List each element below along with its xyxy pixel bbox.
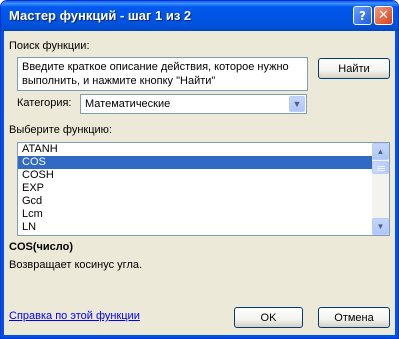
ok-button-label: OK — [260, 311, 277, 324]
function-list-item[interactable]: Gcd — [18, 195, 372, 208]
find-button[interactable]: Найти — [318, 58, 390, 79]
category-value: Математические — [85, 98, 171, 110]
triangle-up-icon: ▲ — [376, 147, 385, 156]
function-list-item[interactable]: COSH — [18, 169, 372, 182]
triangle-down-icon: ▼ — [376, 222, 385, 231]
find-button-label: Найти — [338, 62, 370, 75]
help-link[interactable]: Справка по этой функции — [9, 310, 140, 322]
scroll-thumb[interactable] — [372, 161, 389, 174]
category-label: Категория: — [17, 97, 72, 109]
help-button[interactable]: ? — [353, 6, 372, 25]
search-label: Поиск функции: — [9, 40, 90, 52]
frame-left — [1, 31, 4, 338]
frame-right — [395, 31, 398, 338]
function-listbox[interactable]: ATANH COS COSH EXP Gcd Lcm LN ▲ ▼ — [17, 142, 390, 236]
grip-line — [377, 168, 385, 169]
function-list-item[interactable]: ATANH — [18, 143, 372, 156]
search-input-text: Введите краткое описание действия, котор… — [22, 61, 289, 87]
function-list-item[interactable]: COS — [18, 156, 372, 169]
ok-button[interactable]: OK — [234, 307, 303, 328]
search-input[interactable]: Введите краткое описание действия, котор… — [17, 57, 308, 91]
function-wizard-dialog: Мастер функций - шаг 1 из 2 ? ✕ Поиск фу… — [0, 0, 399, 339]
close-icon: ✕ — [378, 8, 389, 23]
grip-line — [377, 170, 385, 171]
function-list-label: Выберите функцию: — [9, 124, 112, 136]
category-select[interactable]: Математические ▼ — [80, 94, 307, 114]
scroll-up-button[interactable]: ▲ — [372, 143, 389, 160]
window-title: Мастер функций - шаг 1 из 2 — [9, 8, 192, 23]
function-list-items: ATANH COS COSH EXP Gcd Lcm LN — [18, 143, 372, 234]
function-list-item[interactable]: LN — [18, 221, 372, 234]
cancel-button[interactable]: Отмена — [318, 307, 390, 328]
cancel-button-label: Отмена — [334, 311, 374, 324]
question-mark-icon: ? — [359, 8, 366, 23]
list-scrollbar[interactable]: ▲ ▼ — [372, 143, 389, 235]
title-bar[interactable]: Мастер функций - шаг 1 из 2 ? ✕ — [1, 1, 398, 31]
chevron-down-icon[interactable]: ▼ — [289, 96, 305, 112]
function-signature: COS(число) — [9, 241, 73, 253]
scroll-down-button[interactable]: ▼ — [372, 218, 389, 235]
close-button[interactable]: ✕ — [374, 6, 393, 25]
function-list-item[interactable]: Lcm — [18, 208, 372, 221]
function-list-item[interactable]: EXP — [18, 182, 372, 195]
frame-bottom — [1, 335, 398, 338]
function-description: Возвращает косинус угла. — [9, 259, 143, 271]
grip-line — [377, 166, 385, 167]
